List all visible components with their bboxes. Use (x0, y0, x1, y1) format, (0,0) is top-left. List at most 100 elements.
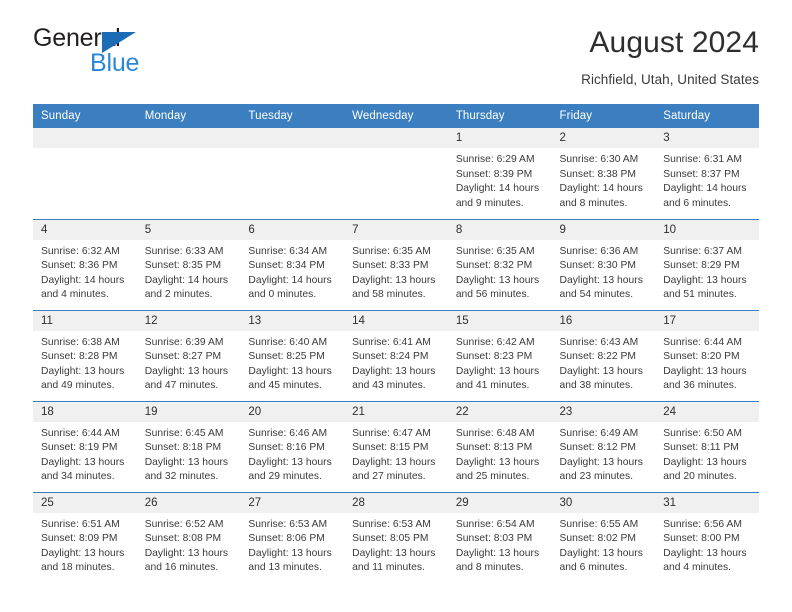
day-details: Sunrise: 6:40 AM Sunset: 8:25 PM Daylight:… (240, 331, 344, 394)
weekday-header-friday: Friday (551, 104, 656, 128)
daylight-text: and 38 minutes. (559, 380, 634, 392)
calendar-day-cell[interactable]: 6 Sunrise: 6:34 AM Sunset: 8:34 PM Daylight… (240, 218, 345, 310)
sunrise-text: Sunrise: 6:54 AM (455, 518, 535, 530)
day-number: 14 (344, 310, 448, 331)
sunrise-text: Sunrise: 6:31 AM (663, 154, 742, 165)
general-blue-logo[interactable]: General Blue (33, 26, 203, 78)
day-number: 22 (447, 401, 552, 422)
calendar-day-cell[interactable]: 25 Sunrise: 6:51 AM Sunset: 8:09 PM Dayligh… (33, 491, 137, 583)
day-number: 5 (136, 219, 241, 240)
sunrise-text: Sunrise: 6:30 AM (559, 154, 639, 165)
sunrise-text: Sunrise: 6:53 AM (352, 518, 431, 530)
calendar-day-cell[interactable]: 17 Sunrise: 6:44 AM Sunset: 8:20 PM Dayligh… (655, 309, 759, 401)
calendar-day-cell[interactable]: 31 Sunrise: 6:56 AM Sunset: 8:00 PM Dayligh… (655, 491, 759, 583)
calendar-day-cell[interactable]: 22 Sunrise: 6:48 AM Sunset: 8:13 PM Dayligh… (447, 400, 552, 492)
sunrise-text: Sunrise: 6:35 AM (455, 245, 535, 257)
location-subtitle: Richfield, Utah, United States (581, 71, 759, 87)
weekday-header-monday: Monday (136, 104, 241, 128)
daylight-text: and 47 minutes. (144, 380, 219, 392)
calendar-day-cell[interactable]: 9 Sunrise: 6:36 AM Sunset: 8:30 PM Daylight… (551, 218, 656, 310)
daylight-text: Daylight: 13 hours (663, 365, 747, 377)
sunrise-text: Sunrise: 6:40 AM (248, 336, 328, 348)
calendar-day-cell[interactable]: 12 Sunrise: 6:39 AM Sunset: 8:27 PM Dayligh… (136, 309, 241, 401)
calendar-day-cell[interactable]: 21 Sunrise: 6:47 AM Sunset: 8:15 PM Dayligh… (344, 400, 448, 492)
day-details: Sunrise: 6:45 AM Sunset: 8:18 PM Daylight:… (137, 422, 241, 485)
sunrise-text: Sunrise: 6:44 AM (663, 336, 742, 348)
calendar-day-cell[interactable]: 8 Sunrise: 6:35 AM Sunset: 8:32 PM Daylight… (447, 218, 552, 310)
day-details: Sunrise: 6:34 AM Sunset: 8:34 PM Daylight:… (240, 240, 344, 303)
daylight-text: and 16 minutes. (144, 562, 219, 574)
daylight-text: Daylight: 13 hours (41, 456, 125, 468)
calendar-day-cell[interactable]: 15 Sunrise: 6:42 AM Sunset: 8:23 PM Dayligh… (447, 309, 552, 401)
daylight-text: and 43 minutes. (352, 380, 426, 392)
calendar-day-cell[interactable]: 29 Sunrise: 6:54 AM Sunset: 8:03 PM Dayligh… (447, 491, 552, 583)
sunrise-text: Sunrise: 6:45 AM (144, 427, 224, 439)
day-details: Sunrise: 6:52 AM Sunset: 8:08 PM Daylight:… (137, 513, 241, 576)
sunrise-text: Sunrise: 6:41 AM (352, 336, 431, 348)
calendar-day-cell[interactable]: 27 Sunrise: 6:53 AM Sunset: 8:06 PM Dayligh… (240, 491, 345, 583)
day-details: Sunrise: 6:43 AM Sunset: 8:22 PM Daylight:… (552, 331, 656, 394)
day-details: Sunrise: 6:51 AM Sunset: 8:09 PM Daylight:… (33, 513, 137, 576)
sunset-text: Sunset: 8:16 PM (248, 442, 325, 454)
day-number: 31 (655, 492, 759, 513)
calendar-day-cell-empty (33, 128, 137, 219)
calendar-day-cell[interactable]: 2 Sunrise: 6:30 AM Sunset: 8:38 PM Daylight… (551, 128, 656, 219)
day-details: Sunrise: 6:35 AM Sunset: 8:32 PM Daylight:… (448, 240, 552, 303)
daylight-text: and 0 minutes. (248, 289, 317, 301)
daylight-text: and 56 minutes. (455, 289, 530, 301)
calendar-day-cell[interactable]: 16 Sunrise: 6:43 AM Sunset: 8:22 PM Dayligh… (551, 309, 656, 401)
daylight-text: and 13 minutes. (248, 562, 322, 574)
calendar-day-cell[interactable]: 30 Sunrise: 6:55 AM Sunset: 8:02 PM Dayligh… (551, 491, 656, 583)
sunrise-text: Sunrise: 6:56 AM (663, 518, 742, 530)
title-block: August 2024 Richfield, Utah, United Stat… (581, 26, 759, 87)
sunrise-text: Sunrise: 6:52 AM (144, 518, 224, 530)
day-number: 23 (551, 401, 656, 422)
calendar-day-cell[interactable]: 18 Sunrise: 6:44 AM Sunset: 8:19 PM Dayligh… (33, 400, 137, 492)
daylight-text: Daylight: 14 hours (455, 183, 540, 195)
day-details: Sunrise: 6:50 AM Sunset: 8:11 PM Daylight:… (655, 422, 759, 485)
calendar-day-cell[interactable]: 5 Sunrise: 6:33 AM Sunset: 8:35 PM Daylight… (136, 218, 241, 310)
day-number: 30 (551, 492, 656, 513)
daylight-text: and 2 minutes. (144, 289, 213, 301)
calendar-day-cell[interactable]: 26 Sunrise: 6:52 AM Sunset: 8:08 PM Dayligh… (136, 491, 241, 583)
day-number: 24 (655, 401, 759, 422)
day-details: Sunrise: 6:54 AM Sunset: 8:03 PM Daylight:… (448, 513, 552, 576)
day-details (33, 148, 137, 153)
day-details: Sunrise: 6:44 AM Sunset: 8:19 PM Daylight:… (33, 422, 137, 485)
sunset-text: Sunset: 8:13 PM (455, 442, 533, 454)
calendar-day-cell[interactable]: 1 Sunrise: 6:29 AM Sunset: 8:39 PM Daylight… (447, 128, 552, 219)
calendar-day-cell[interactable]: 7 Sunrise: 6:35 AM Sunset: 8:33 PM Daylight… (344, 218, 448, 310)
calendar-week-row: 4 Sunrise: 6:32 AM Sunset: 8:36 PM Daylight… (33, 218, 759, 310)
calendar-day-cell[interactable]: 19 Sunrise: 6:45 AM Sunset: 8:18 PM Dayligh… (136, 400, 241, 492)
calendar-day-cell[interactable]: 24 Sunrise: 6:50 AM Sunset: 8:11 PM Dayligh… (655, 400, 759, 492)
daylight-text: and 34 minutes. (41, 471, 115, 483)
calendar-day-cell[interactable]: 23 Sunrise: 6:49 AM Sunset: 8:12 PM Dayligh… (551, 400, 656, 492)
sunset-text: Sunset: 8:32 PM (455, 260, 533, 272)
calendar-day-cell[interactable]: 13 Sunrise: 6:40 AM Sunset: 8:25 PM Dayligh… (240, 309, 345, 401)
page-header: General Blue August 2024 Richfield, Utah… (33, 0, 759, 104)
sunset-text: Sunset: 8:28 PM (41, 351, 118, 363)
daylight-text: Daylight: 14 hours (248, 274, 332, 286)
calendar-day-cell[interactable]: 20 Sunrise: 6:46 AM Sunset: 8:16 PM Dayligh… (240, 400, 345, 492)
weekday-header-wednesday: Wednesday (344, 104, 448, 128)
sunset-text: Sunset: 8:27 PM (144, 351, 222, 363)
month-calendar: Sunday Monday Tuesday Wednesday Thursday Frid… (33, 104, 759, 583)
sunrise-text: Sunrise: 6:39 AM (144, 336, 224, 348)
sunrise-text: Sunrise: 6:51 AM (41, 518, 120, 530)
daylight-text: and 45 minutes. (248, 380, 322, 392)
day-number: 13 (240, 310, 345, 331)
sunset-text: Sunset: 8:08 PM (144, 533, 222, 545)
logo-text-blue: Blue (90, 49, 140, 77)
day-details: Sunrise: 6:53 AM Sunset: 8:06 PM Daylight:… (240, 513, 344, 576)
calendar-day-cell[interactable]: 3 Sunrise: 6:31 AM Sunset: 8:37 PM Daylight… (655, 128, 759, 219)
calendar-day-cell-empty (136, 128, 241, 219)
daylight-text: and 4 minutes. (663, 562, 732, 574)
calendar-day-cell[interactable]: 14 Sunrise: 6:41 AM Sunset: 8:24 PM Dayligh… (344, 309, 448, 401)
calendar-day-cell[interactable]: 11 Sunrise: 6:38 AM Sunset: 8:28 PM Dayligh… (33, 309, 137, 401)
calendar-day-cell[interactable]: 4 Sunrise: 6:32 AM Sunset: 8:36 PM Daylight… (33, 218, 137, 310)
calendar-day-cell[interactable]: 28 Sunrise: 6:53 AM Sunset: 8:05 PM Dayligh… (344, 491, 448, 583)
calendar-day-cell[interactable]: 10 Sunrise: 6:37 AM Sunset: 8:29 PM Dayligh… (655, 218, 759, 310)
sunset-text: Sunset: 8:20 PM (663, 351, 740, 363)
sunrise-text: Sunrise: 6:50 AM (663, 427, 742, 439)
sunset-text: Sunset: 8:22 PM (559, 351, 636, 363)
